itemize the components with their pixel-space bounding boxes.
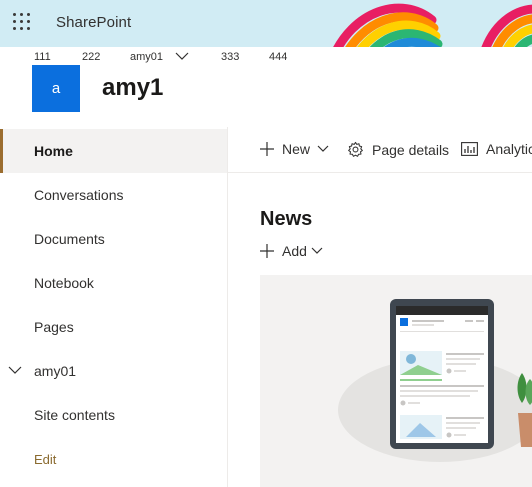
nav-item-label: Pages [34,319,74,335]
site-logo[interactable]: a [32,65,80,112]
rainbow-banner-graphic [333,3,532,47]
analytics-button[interactable]: Analytics [461,141,532,157]
nav-item-label: Site contents [34,407,115,423]
suite-bar: SharePoint [0,0,532,47]
nav-item-site-contents[interactable]: Site contents [0,393,227,437]
hub-nav-item-amy01[interactable]: amy01 [130,51,163,63]
hub-nav-item-111[interactable]: 111 [34,51,51,63]
hub-nav-item-444[interactable]: 444 [269,51,287,63]
nav-item-notebook[interactable]: Notebook [0,261,227,305]
plus-icon [260,142,274,156]
nav-item-label: amy01 [34,363,77,379]
page-details-button[interactable]: Page details [347,141,449,158]
nav-item-amy01[interactable]: amy01 [0,349,227,393]
chevron-down-icon[interactable] [175,52,189,61]
site-logo-letter: a [51,80,61,97]
analytics-label: Analytics [486,141,532,157]
chevron-down-icon[interactable] [8,366,22,375]
nav-item-pages[interactable]: Pages [0,305,227,349]
news-title: News [260,208,313,230]
command-bar: New Page details Analytics [228,127,532,173]
news-add-button[interactable]: Add [260,243,323,259]
gear-icon [348,141,363,157]
left-navigation: Home Conversations Documents Notebook Pa… [0,127,228,487]
analytics-icon [461,142,478,156]
hub-navigation: 111 222 amy01 333 444 [0,47,532,67]
new-button-label: New [282,141,311,157]
nav-edit-label: Edit [34,451,57,467]
hub-nav-item-333[interactable]: 333 [221,51,239,63]
nav-item-documents[interactable]: Documents [0,217,227,261]
nav-item-label: Conversations [34,187,124,203]
nav-item-label: Home [34,143,73,159]
nav-item-label: Documents [34,231,105,247]
news-add-label: Add [282,243,307,259]
news-placeholder-illustration [260,275,532,487]
brand-name[interactable]: SharePoint [56,14,131,31]
page-details-label: Page details [372,141,450,158]
chevron-down-icon [317,145,329,152]
nav-item-home[interactable]: Home [0,129,227,173]
hub-nav-item-222[interactable]: 222 [82,51,100,63]
waffle-icon[interactable] [13,13,33,33]
tablet-illustration [338,299,532,462]
chevron-down-icon [311,247,323,254]
nav-item-conversations[interactable]: Conversations [0,173,227,217]
new-button[interactable]: New [260,141,329,157]
nav-edit-link[interactable]: Edit [0,437,227,481]
nav-item-label: Notebook [34,275,94,291]
plus-icon [260,244,274,258]
site-title[interactable]: amy1 [102,74,163,102]
